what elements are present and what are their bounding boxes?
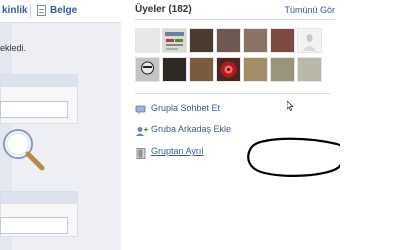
members-panel: Üyeler (182) Tümünü Gör Grupla Sohbet Et… [121,0,346,250]
lower-input[interactable] [0,217,68,234]
title-divider [135,19,335,20]
wall-box-header [1,75,77,87]
member-avatar[interactable] [243,28,268,53]
leave-group-action[interactable]: Gruptan Ayrıl [135,144,203,159]
member-avatar[interactable] [270,28,295,53]
leave-group-label[interactable]: Gruptan Ayrıl [151,146,203,156]
tab-events[interactable]: kinlik [2,5,28,16]
annotation-circle [247,137,346,177]
left-tabs: kinlik Belge [0,0,121,23]
add-friend-icon [135,124,148,136]
member-avatars [135,28,331,84]
members-title: Üyeler (182) [135,4,192,15]
member-avatar[interactable] [297,28,322,53]
sketch-face-icon [141,61,154,75]
tab-documents[interactable]: Belge [50,5,77,16]
member-avatar[interactable] [162,28,187,53]
member-avatar[interactable] [135,28,160,53]
member-avatar[interactable] [270,57,295,82]
member-avatar[interactable] [162,57,187,82]
wall-input[interactable] [0,101,68,118]
group-chat-action[interactable]: Grupla Sohbet Et [135,101,220,115]
left-panel: kinlik Belge ekledi. [0,0,122,250]
mouse-pointer-icon [287,101,294,111]
member-avatar[interactable] [135,57,160,82]
document-icon [37,5,46,16]
leave-door-icon [135,146,148,159]
website-thumbnail-icon [165,32,184,50]
right-blank-area [340,0,400,250]
member-avatar[interactable] [189,57,214,82]
group-chat-label[interactable]: Grupla Sohbet Et [151,103,220,113]
lower-box-header [1,192,77,204]
member-avatar[interactable] [297,57,322,82]
add-friend-label[interactable]: Gruba Arkadaş Ekle [151,124,231,134]
member-avatar[interactable] [216,28,241,53]
member-avatar[interactable] [243,57,268,82]
member-avatar[interactable] [216,57,241,82]
default-avatar-icon [303,34,316,51]
screen: kinlik Belge ekledi. Üyeler (182) Tümünü… [0,0,400,250]
member-avatar[interactable] [189,28,214,53]
red-eye-icon [220,61,237,78]
see-all-link[interactable]: Tümünü Gör [284,5,335,15]
actions-divider [135,93,331,94]
tab-divider [30,4,31,18]
chat-icon [135,103,148,115]
status-text: ekledi. [0,43,27,53]
add-friend-action[interactable]: Gruba Arkadaş Ekle [135,122,231,136]
search-magnifier-icon [3,129,45,171]
